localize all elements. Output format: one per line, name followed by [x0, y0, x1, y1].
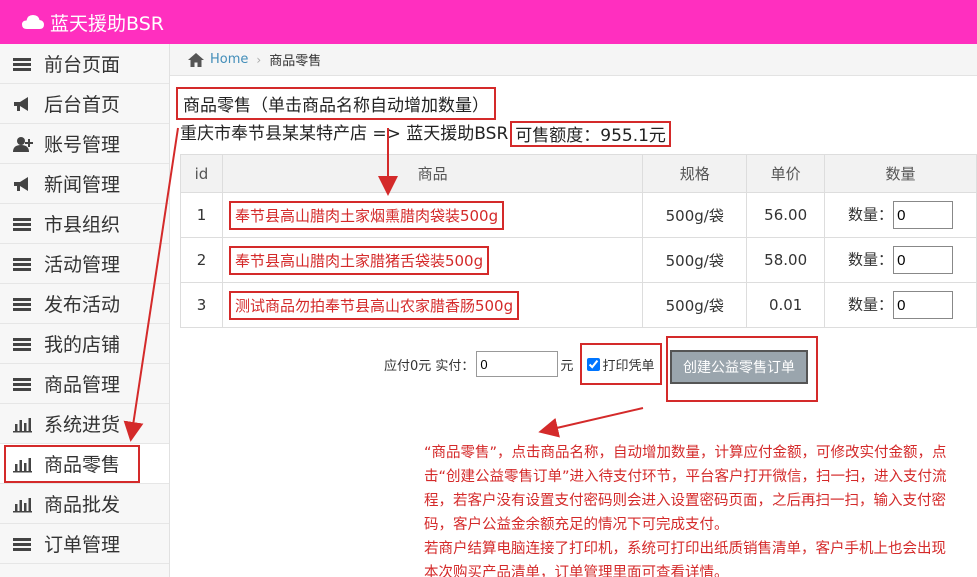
- create-order-button[interactable]: 创建公益零售订单: [670, 350, 808, 384]
- list-icon: [13, 337, 31, 351]
- sidebar-item-accounts[interactable]: 账号管理: [0, 124, 169, 164]
- sidebar-item-label: 商品管理: [44, 374, 121, 396]
- sidebar-item-label: 订单管理: [44, 534, 121, 556]
- brand-title: 蓝天援助BSR: [50, 12, 164, 35]
- sidebar: 前台页面 后台首页 账号管理 新闻管理 市县组织 活动管理 发布活动 我的店铺 …: [0, 44, 170, 577]
- list-icon: [13, 297, 31, 311]
- qty-label: 数量：: [848, 205, 894, 224]
- bar-chart-icon: [13, 457, 32, 472]
- sidebar-item-organizations[interactable]: 市县组织: [0, 204, 169, 244]
- product-name-link[interactable]: 测试商品勿拍奉节县高山农家腊香肠500g: [228, 290, 520, 320]
- row-id: 2: [180, 237, 223, 283]
- bullhorn-icon: [14, 176, 28, 191]
- list-icon: [13, 217, 31, 231]
- sidebar-item-activities[interactable]: 活动管理: [0, 244, 169, 284]
- sales-quota: 可售额度：955.1元: [510, 121, 671, 147]
- row-id: 3: [180, 282, 223, 328]
- top-bar: 蓝天援助BSR: [0, 0, 977, 44]
- product-name-link[interactable]: 奉节县高山腊肉土家腊猪舌袋装500g: [228, 245, 490, 275]
- list-icon: [13, 257, 31, 271]
- sidebar-item-label: 商品零售: [44, 454, 121, 476]
- goods-table: id 商品 规格 单价 数量 1 奉节县高山腊肉土家烟熏腊肉袋装500g 500…: [180, 154, 977, 328]
- chevron-right-icon: ›: [256, 52, 262, 67]
- print-receipt-label: 打印凭单: [602, 358, 655, 374]
- row-spec: 500g/袋: [642, 282, 748, 328]
- sidebar-item-products[interactable]: 商品管理: [0, 364, 169, 404]
- sidebar-item-label: 我的店铺: [44, 334, 121, 356]
- breadcrumb-current: 商品零售: [269, 54, 322, 69]
- sidebar-item-label: 商品批发: [44, 494, 121, 516]
- home-icon: [188, 52, 204, 67]
- instruction-note: “商品零售”，点击商品名称，自动增加数量，计算应付金额，可修改实付金额，点击“创…: [424, 441, 954, 577]
- shop-route: 重庆市奉节县某某特产店 => 蓝天援助BSR: [180, 124, 509, 144]
- row-price: 56.00: [746, 192, 826, 238]
- sidebar-item-news[interactable]: 新闻管理: [0, 164, 169, 204]
- create-order-area: 创建公益零售订单: [666, 336, 818, 402]
- shop-route-line: 重庆市奉节县某某特产店 => 蓝天援助BSR 可售额度：955.1元: [180, 121, 671, 147]
- page-title: 商品零售（单击商品名称自动增加数量）: [176, 87, 496, 120]
- sidebar-item-wholesale[interactable]: 商品批发: [0, 484, 169, 524]
- column-header: 商品: [221, 154, 644, 193]
- sidebar-item-label: 发布活动: [44, 294, 121, 316]
- amount-due-label: 应付0元 实付：: [384, 358, 475, 374]
- sidebar-item-label: 账号管理: [44, 134, 121, 156]
- bar-chart-icon: [13, 417, 32, 432]
- column-header: 数量: [824, 154, 977, 193]
- breadcrumb: Home › 商品零售: [170, 44, 977, 76]
- currency-unit: 元: [560, 358, 574, 374]
- sidebar-item-label: 系统进货: [44, 414, 121, 436]
- row-id: 1: [180, 192, 223, 238]
- sidebar-item-label: 活动管理: [44, 254, 121, 276]
- column-header: 单价: [746, 154, 826, 193]
- quantity-input[interactable]: [893, 246, 954, 274]
- table-row: 1 奉节县高山腊肉土家烟熏腊肉袋装500g 500g/袋 56.00 数量：: [180, 192, 977, 238]
- sidebar-item-label: 前台页面: [44, 54, 121, 76]
- product-name-link[interactable]: 奉节县高山腊肉土家烟熏腊肉袋装500g: [228, 200, 505, 230]
- breadcrumb-home-link[interactable]: Home: [210, 52, 248, 67]
- table-row: 2 奉节县高山腊肉土家腊猪舌袋装500g 500g/袋 58.00 数量：: [180, 237, 977, 283]
- paid-amount-input[interactable]: [476, 351, 559, 377]
- row-price: 58.00: [746, 237, 826, 283]
- column-header: id: [180, 154, 223, 193]
- print-receipt-checkbox[interactable]: [587, 357, 601, 371]
- list-icon: [13, 57, 31, 71]
- sidebar-item-label: 新闻管理: [44, 174, 121, 196]
- payment-row: 应付0元 实付： 元: [384, 351, 573, 377]
- user-add-icon: [13, 136, 33, 152]
- sidebar-item-retail[interactable]: 商品零售: [0, 444, 169, 484]
- bar-chart-icon: [13, 497, 32, 512]
- sidebar-item-orders[interactable]: 订单管理: [0, 524, 169, 564]
- qty-label: 数量：: [848, 250, 894, 269]
- column-header: 规格: [642, 154, 748, 193]
- sidebar-item-dashboard[interactable]: 后台首页: [0, 84, 169, 124]
- cloud-icon: [22, 15, 44, 29]
- sidebar-item-label: 市县组织: [44, 214, 121, 236]
- print-receipt-area: 打印凭单: [580, 343, 662, 385]
- note-paragraph: 若商户结算电脑连接了打印机，系统可打印出纸质销售清单，客户手机上也会出现本次购买…: [424, 541, 946, 577]
- table-row: 3 测试商品勿拍奉节县高山农家腊香肠500g 500g/袋 0.01 数量：: [180, 282, 977, 328]
- sidebar-item-my-shop[interactable]: 我的店铺: [0, 324, 169, 364]
- note-paragraph: “商品零售”，点击商品名称，自动增加数量，计算应付金额，可修改实付金额，点击“创…: [424, 445, 947, 533]
- row-price: 0.01: [746, 282, 826, 328]
- row-spec: 500g/袋: [642, 237, 748, 283]
- arrow-to-note: [538, 407, 644, 438]
- table-header-row: id 商品 规格 单价 数量: [180, 154, 977, 193]
- quantity-input[interactable]: [893, 201, 954, 229]
- list-icon: [13, 537, 31, 551]
- sidebar-item-purchasing[interactable]: 系统进货: [0, 404, 169, 444]
- sidebar-item-frontend[interactable]: 前台页面: [0, 44, 169, 84]
- bullhorn-icon: [14, 96, 28, 111]
- sidebar-item-label: 后台首页: [44, 94, 121, 116]
- quantity-input[interactable]: [893, 291, 954, 319]
- list-icon: [13, 377, 31, 391]
- row-spec: 500g/袋: [642, 192, 748, 238]
- qty-label: 数量：: [848, 295, 894, 314]
- sidebar-item-publish-activity[interactable]: 发布活动: [0, 284, 169, 324]
